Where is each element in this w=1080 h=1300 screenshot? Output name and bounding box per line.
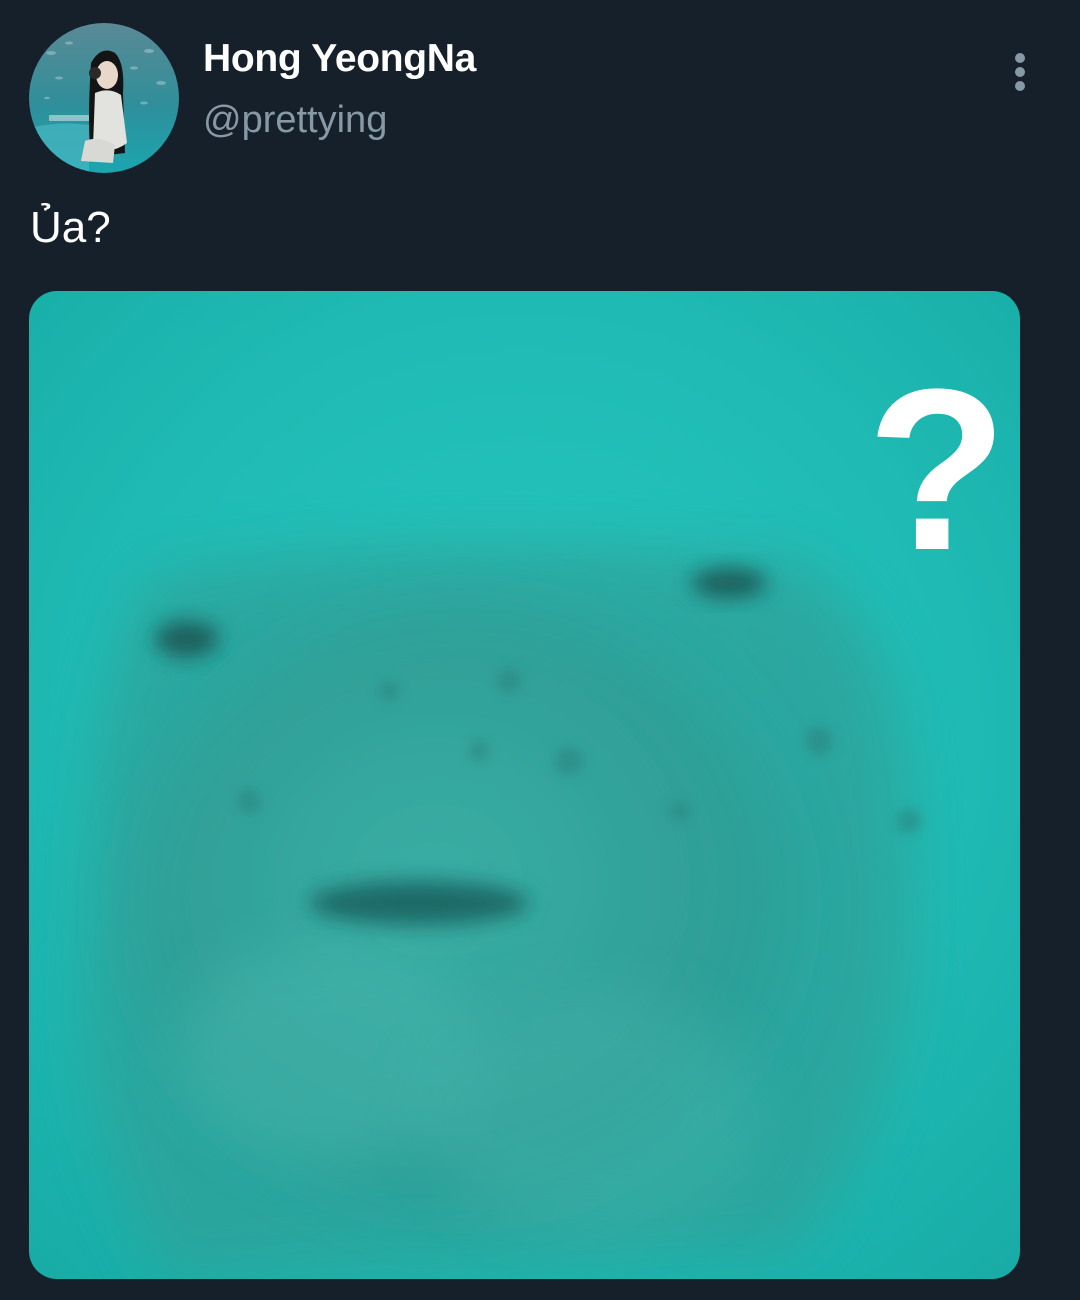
user-handle[interactable]: @prettying (203, 98, 476, 142)
tweet: Hong YeongNa @prettying Ủa? ? (0, 0, 1080, 1300)
display-name[interactable]: Hong YeongNa (203, 36, 476, 82)
more-vertical-icon[interactable] (1000, 50, 1040, 94)
tweet-media[interactable]: ? (29, 291, 1020, 1279)
more-dot (1015, 53, 1025, 63)
author-info: Hong YeongNa @prettying (203, 36, 476, 142)
more-dot (1015, 67, 1025, 77)
tweet-text: Ủa? (30, 203, 111, 252)
profile-photo (29, 23, 179, 173)
meme-image: ? (29, 291, 1020, 1279)
avatar[interactable] (29, 23, 179, 173)
more-dot (1015, 81, 1025, 91)
question-mark: ? (867, 341, 1008, 598)
